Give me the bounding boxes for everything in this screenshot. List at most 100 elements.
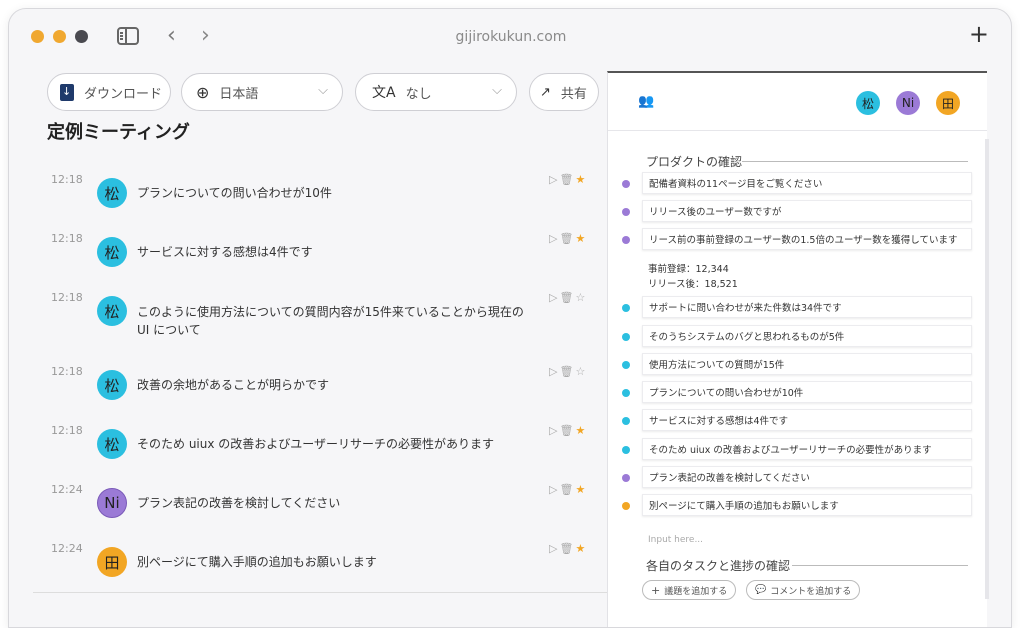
transcript-row: 12:24 田 別ページにて購入手順の追加もお願いします ▷🗑★ [47,542,585,582]
add-comment-label: コメントを追加する [770,586,852,597]
play-icon[interactable]: ▷ [549,173,559,186]
bullet-dot [622,361,630,369]
translate-icon: 文A [372,85,396,101]
address-bar[interactable]: gijirokukun.com [9,29,1011,45]
stats-block: 事前登録：12,344 リリース後：18,521 [648,262,738,292]
summary-item[interactable]: プランについての問い合わせが10件 [642,381,972,403]
translation-select[interactable]: 文A なし ⌵ [355,73,517,111]
summary-item[interactable]: プラン表記の改善を検討してください [642,466,972,488]
avatar: 田 [97,547,127,577]
plus-icon: + [651,583,661,597]
trash-icon[interactable]: 🗑 [559,291,575,304]
bullet-dot [622,208,630,216]
star-icon[interactable]: ★ [575,424,587,437]
transcript-row: 12:18 松 プランについての問い合わせが10件 ▷🗑★ [47,173,585,213]
timestamp: 12:18 [51,291,83,304]
meeting-title: 定例ミーティング [47,122,190,143]
play-icon[interactable]: ▷ [549,232,559,245]
play-icon[interactable]: ▷ [549,542,559,555]
bullet-dot [622,236,630,244]
avatar: 松 [97,237,127,267]
avatar: 松 [97,429,127,459]
translation-value: なし [405,86,432,102]
globe-icon: ⊕ [196,82,210,102]
bullet-dot [622,502,630,510]
summary-item[interactable]: 使用方法についての質問が15件 [642,353,972,375]
play-icon[interactable]: ▷ [549,483,559,496]
row-actions: ▷🗑★ [549,173,587,186]
language-select[interactable]: ⊕ 日本語 ⌵ [181,73,343,111]
play-icon[interactable]: ▷ [549,291,559,304]
transcript-row: 12:18 松 このように使用方法についての質問内容が15件来ていることから現在… [47,291,585,347]
participant-avatar: 松 [856,91,880,115]
title-bar: ‹ › gijirokukun.com + [9,9,1011,65]
play-icon[interactable]: ▷ [549,424,559,437]
row-actions: ▷🗑★ [549,542,587,555]
participant-avatar: 田 [936,91,960,115]
row-actions: ▷🗑★ [549,232,587,245]
participants-icon[interactable]: 👥 [638,94,654,109]
summary-item[interactable]: リリース後のユーザー数ですが [642,200,972,222]
chevron-down-icon: ⌵ [492,83,502,98]
section-title: 各自のタスクと進捗の確認 [646,559,791,573]
summary-item[interactable]: サービスに対する感想は4件です [642,409,972,431]
panel-scrollbar[interactable] [985,139,989,599]
trash-icon[interactable]: 🗑 [559,424,575,437]
transcript-row: 12:18 松 そのため uiux の改善およびユーザーリサーチの必要性がありま… [47,424,585,464]
chevron-down-icon: ⌵ [318,83,328,98]
bullet-dot [622,474,630,482]
trash-icon[interactable]: 🗑 [559,365,575,378]
new-tab-icon[interactable]: + [969,22,989,46]
add-topic-button[interactable]: + 議題を追加する [642,580,737,600]
star-icon[interactable]: ★ [575,232,587,245]
bullet-dot [622,180,630,188]
summary-item[interactable]: リース前の事前登録のユーザー数の1.5倍のユーザー数を獲得しています [642,228,972,250]
star-outline-icon[interactable]: ☆ [575,365,587,378]
transcript-text: そのため uiux の改善およびユーザーリサーチの必要性があります [137,437,495,451]
star-icon[interactable]: ★ [575,483,587,496]
avatar: 松 [97,296,127,326]
timestamp: 12:18 [51,232,83,245]
download-button[interactable]: ダウンロード [47,73,171,111]
bullet-dot [622,333,630,341]
bullet-dot [622,389,630,397]
panel-header: 👥 松 Ni 田 [608,73,987,131]
transcript-text: このように使用方法についての質問内容が15件来ていることから現在の UI につい… [137,305,524,337]
language-value: 日本語 [219,86,259,102]
bullet-dot [622,304,630,312]
summary-item[interactable]: 別ページにて購入手順の追加もお願いします [642,494,972,516]
participant-avatar: Ni [896,91,920,115]
timestamp: 12:18 [51,365,83,378]
timestamp: 12:24 [51,542,83,555]
summary-item[interactable]: そのため uiux の改善およびユーザーリサーチの必要性があります [642,438,972,460]
add-comment-button[interactable]: 💬 コメントを追加する [746,580,861,600]
summary-item[interactable]: 配備者資料の11ページ目をご覧ください [642,172,972,194]
download-label: ダウンロード [84,86,163,102]
transcript-row: 12:18 松 サービスに対する感想は4件です ▷🗑★ [47,232,585,272]
trash-icon[interactable]: 🗑 [559,232,575,245]
transcript-row: 12:18 松 改善の余地があることが明らかです ▷🗑☆ [47,365,585,405]
stats-line: リリース後：18,521 [648,279,738,290]
summary-panel: 👥 松 Ni 田 プロダクトの確認 配備者資料の11ページ目をご覧ください リリ… [607,71,987,627]
share-button[interactable]: ↗ 共有 [529,73,599,111]
star-icon[interactable]: ★ [575,173,587,186]
trash-icon[interactable]: 🗑 [559,173,575,186]
share-icon: ↗ [540,84,551,100]
section-rule [742,161,968,162]
summary-item[interactable]: サポートに問い合わせが来た件数は34件です [642,296,972,318]
play-icon[interactable]: ▷ [549,365,559,378]
trash-icon[interactable]: 🗑 [559,483,575,496]
comment-icon: 💬 [755,585,767,595]
stats-line: 事前登録：12,344 [648,264,729,275]
timestamp: 12:18 [51,173,83,186]
avatar: 松 [97,370,127,400]
add-topic-label: 議題を追加する [664,586,728,597]
note-input[interactable]: Input here... [648,535,703,545]
star-outline-icon[interactable]: ☆ [575,291,587,304]
bottom-divider [33,592,608,593]
star-icon[interactable]: ★ [575,542,587,555]
summary-item[interactable]: そのうちシステムのバグと思われるものが5件 [642,325,972,347]
trash-icon[interactable]: 🗑 [559,542,575,555]
row-actions: ▷🗑☆ [549,365,587,378]
row-actions: ▷🗑★ [549,424,587,437]
